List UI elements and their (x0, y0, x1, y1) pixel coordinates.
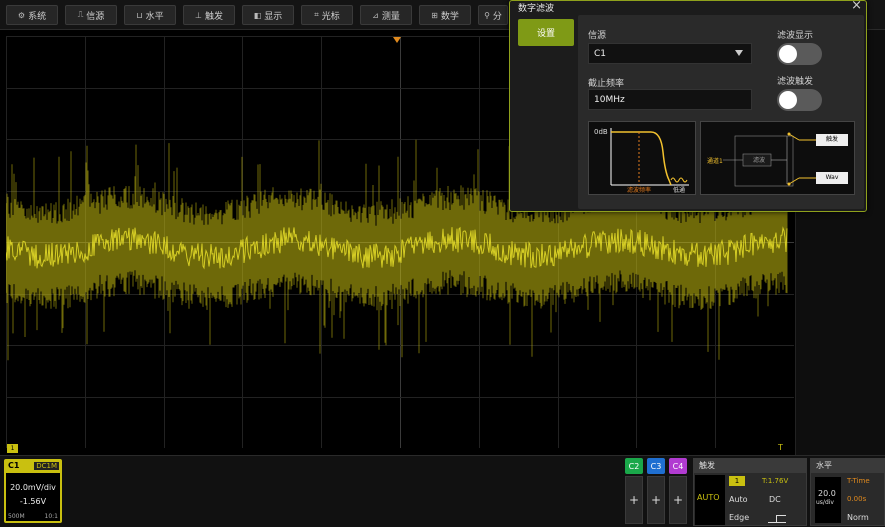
digital-filter-dialog: 数字滤波 × 设置 信源 C1 截止频率 10MHz 滤波显示 滤波触发 0dB… (509, 0, 867, 212)
chevron-down-icon (735, 50, 743, 56)
ttime-label: T-Time (847, 477, 870, 485)
ttime-value: 0.00s (847, 495, 867, 503)
math-button-label: 数学 (440, 11, 459, 22)
cutoff-freq-caption: 滤波频率 (627, 187, 652, 194)
trigger-position-marker[interactable] (393, 37, 401, 43)
ch1-offset: -1.56V (19, 497, 47, 506)
plus-icon: + (650, 493, 662, 507)
source-select-value: C1 (594, 48, 607, 59)
trigger-source: 1 (729, 476, 745, 486)
source-icon: ⎍ (77, 10, 84, 19)
source-button-label: 信源 (86, 11, 105, 22)
timebase-value: 20.0 (818, 489, 836, 498)
plus-icon: + (672, 493, 684, 507)
ch2-add-button[interactable]: + (625, 476, 643, 524)
plus-icon: + (628, 493, 640, 507)
oscilloscope-screen: ⚙ 系统 ⎍ 信源 ⊔ 水平 ⊥ 触发 ◧ 显示 ⌗ 光标 ⊿ 测量 ⊞ 数学 ⚲ 分 1 T 数… (0, 0, 885, 527)
channel1-caption: 通道1 (707, 158, 723, 165)
rising-edge-icon (768, 515, 786, 523)
wave-output-box: Wav (816, 172, 848, 184)
ch1-header: C1 DC1M (6, 461, 60, 473)
math-icon: ⊞ (431, 10, 438, 20)
cursor-button-label: 光标 (321, 11, 340, 22)
trigger-level-marker[interactable]: T (778, 443, 783, 452)
filter-display-label: 滤波显示 (777, 31, 814, 41)
filter-box-caption: 滤波 (753, 157, 766, 164)
ch1-level-marker[interactable]: 1 (7, 444, 18, 453)
source-button[interactable]: ⎍ 信源 (65, 5, 117, 25)
ch1-scale: 20.0mV/div (10, 483, 56, 492)
lowpass-caption: 低通 (673, 187, 686, 194)
gear-icon: ⚙ (17, 10, 26, 20)
timebase-unit: us/div (816, 499, 834, 506)
ch1-probe-ratio: 10:1 (44, 513, 58, 520)
ch1-name: C1 (8, 461, 20, 470)
horizontal-info-panel[interactable]: 水平 20.0 us/div T-Time 0.00s Norm (810, 458, 885, 526)
system-button[interactable]: ⚙ 系统 (6, 5, 58, 25)
horizontal-panel-title: 水平 (811, 459, 884, 473)
trigger-info-panel[interactable]: 触发 AUTO 1 T:1.76V Auto DC Edge (693, 458, 807, 526)
display-button-label: 显示 (264, 11, 283, 22)
ch1-coupling: DC1M (34, 462, 59, 470)
close-icon[interactable]: × (851, 0, 862, 13)
cursor-button[interactable]: ⌗ 光标 (301, 5, 353, 25)
horizontal-button-label: 水平 (145, 11, 164, 22)
ch4-add-button[interactable]: + (669, 476, 687, 524)
analysis-button[interactable]: ⚲ 分 (478, 5, 508, 25)
trigger-mode-box: AUTO (695, 475, 725, 525)
display-icon: ◧ (253, 10, 262, 20)
dialog-body: 信源 C1 截止频率 10MHz 滤波显示 滤波触发 0dB 滤波频率 低通 通… (578, 15, 864, 209)
measure-button-label: 测量 (381, 11, 400, 22)
filter-display-toggle[interactable] (777, 43, 822, 65)
trigger-mode-big: AUTO (697, 493, 720, 502)
trigger-output-box: 触发 (816, 134, 848, 146)
ch1-info-panel[interactable]: C1 DC1M 20.0mV/div -1.56V 500M 10:1 (4, 459, 62, 523)
ch4-button[interactable]: C4 (669, 458, 687, 474)
trigger-button-label: 触发 (204, 11, 223, 22)
analysis-button-label: 分 (492, 11, 502, 22)
horizontal-mode: Norm (847, 513, 869, 522)
trigger-type: Edge (729, 513, 750, 522)
trigger-coupling: DC (769, 495, 781, 504)
filter-trigger-toggle[interactable] (777, 89, 822, 111)
timebase-box: 20.0 us/div (815, 477, 841, 523)
bottom-status-bar: C1 DC1M 20.0mV/div -1.56V 500M 10:1 C2 C… (0, 455, 885, 527)
toggle-knob (779, 91, 797, 109)
trigger-level: T:1.76V (762, 477, 789, 485)
db-label: 0dB (594, 128, 608, 136)
filter-trigger-label: 滤波触发 (777, 77, 814, 87)
cutoff-frequency-input[interactable]: 10MHz (588, 89, 752, 110)
horizontal-button[interactable]: ⊔ 水平 (124, 5, 176, 25)
cutoff-label: 截止频率 (588, 79, 625, 89)
system-button-label: 系统 (28, 11, 47, 22)
toggle-knob (779, 45, 797, 63)
measure-icon: ⊿ (372, 10, 379, 20)
tab-settings[interactable]: 设置 (518, 19, 574, 46)
signal-path-diagram: 通道1 滤波 触发 Wav (700, 121, 855, 195)
source-label: 信源 (588, 31, 607, 41)
ch3-add-button[interactable]: + (647, 476, 665, 524)
trigger-button[interactable]: ⊥ 触发 (183, 5, 235, 25)
math-button[interactable]: ⊞ 数学 (419, 5, 471, 25)
trigger-mode: Auto (729, 495, 748, 504)
dialog-title: 数字滤波 (518, 4, 555, 14)
frequency-response-diagram: 0dB 滤波频率 低通 (588, 121, 696, 195)
ch3-button[interactable]: C3 (647, 458, 665, 474)
display-button[interactable]: ◧ 显示 (242, 5, 294, 25)
source-select[interactable]: C1 (588, 43, 752, 64)
horizontal-icon: ⊔ (136, 10, 143, 20)
cursor-icon: ⌗ (314, 10, 319, 19)
search-icon: ⚲ (484, 10, 490, 20)
ch2-button[interactable]: C2 (625, 458, 643, 474)
ch1-bandwidth: 500M (8, 513, 25, 520)
trigger-panel-title: 触发 (694, 459, 806, 473)
measure-button[interactable]: ⊿ 测量 (360, 5, 412, 25)
trigger-icon: ⊥ (195, 10, 202, 20)
